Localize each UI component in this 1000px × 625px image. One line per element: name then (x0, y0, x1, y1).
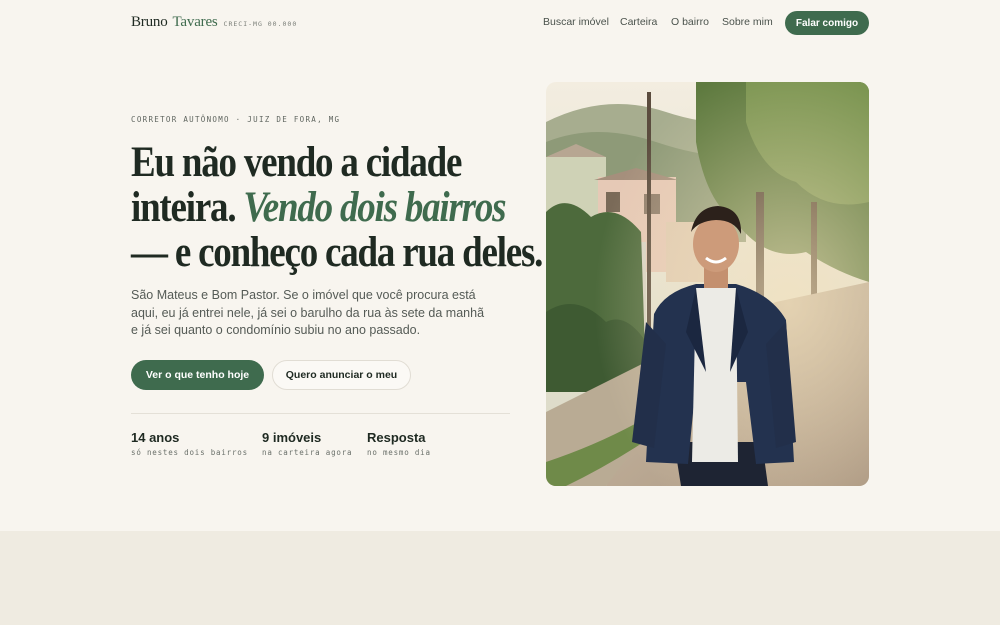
nav-item-buscar-imovel[interactable]: Buscar imóvel (543, 16, 609, 28)
list-property-button[interactable]: Quero anunciar o meu (272, 360, 411, 390)
see-listings-button[interactable]: Ver o que tenho hoje (131, 360, 264, 390)
stat-value: 9 imóveis (262, 430, 322, 445)
headline-line-2: inteira. Vendo dois bairros (131, 184, 507, 231)
hero-eyebrow: CORRETOR AUTÔNOMO · JUIZ DE FORA, MG (131, 115, 341, 124)
brand-last-name: Tavares (172, 14, 218, 30)
brand-first-name: Bruno (131, 14, 168, 30)
stat-value: Resposta (367, 430, 426, 445)
brand-logo[interactable]: Bruno Tavares CRECI-MG 00.000 (131, 14, 297, 31)
next-section-band (0, 531, 1000, 625)
stats-divider (131, 413, 510, 414)
broker-photo (546, 82, 869, 486)
contact-button[interactable]: Falar comigo (785, 11, 869, 35)
stat-years: 14 anos só nestes dois bairros (131, 430, 248, 457)
nav-item-sobre-mim[interactable]: Sobre mim (722, 16, 773, 28)
nav-item-o-bairro[interactable]: O bairro (671, 16, 709, 28)
stat-listings: 9 imóveis na carteira agora (262, 430, 352, 457)
headline-accent: Vendo dois bairros (243, 184, 506, 231)
hero-headline: Eu não vendo a cidade inteira. Vendo doi… (131, 139, 543, 276)
stat-caption: na carteira agora (262, 448, 353, 457)
stat-response: Resposta no mesmo dia (367, 430, 431, 457)
hero-description: São Mateus e Bom Pastor. Se o imóvel que… (131, 288, 485, 337)
stat-caption: no mesmo dia (367, 448, 431, 457)
creci-number: CRECI-MG 00.000 (223, 20, 298, 28)
site-header: Bruno Tavares CRECI-MG 00.000 Buscar imó… (0, 0, 1000, 46)
nav-item-carteira[interactable]: Carteira (620, 16, 657, 28)
headline-line-1: Eu não vendo a cidade (131, 139, 462, 186)
headline-line-3: — e conheço cada rua deles. (131, 229, 543, 276)
headline-plain: inteira. (131, 184, 237, 231)
stat-value: 14 anos (131, 430, 180, 445)
stat-caption: só nestes dois bairros (131, 448, 248, 457)
